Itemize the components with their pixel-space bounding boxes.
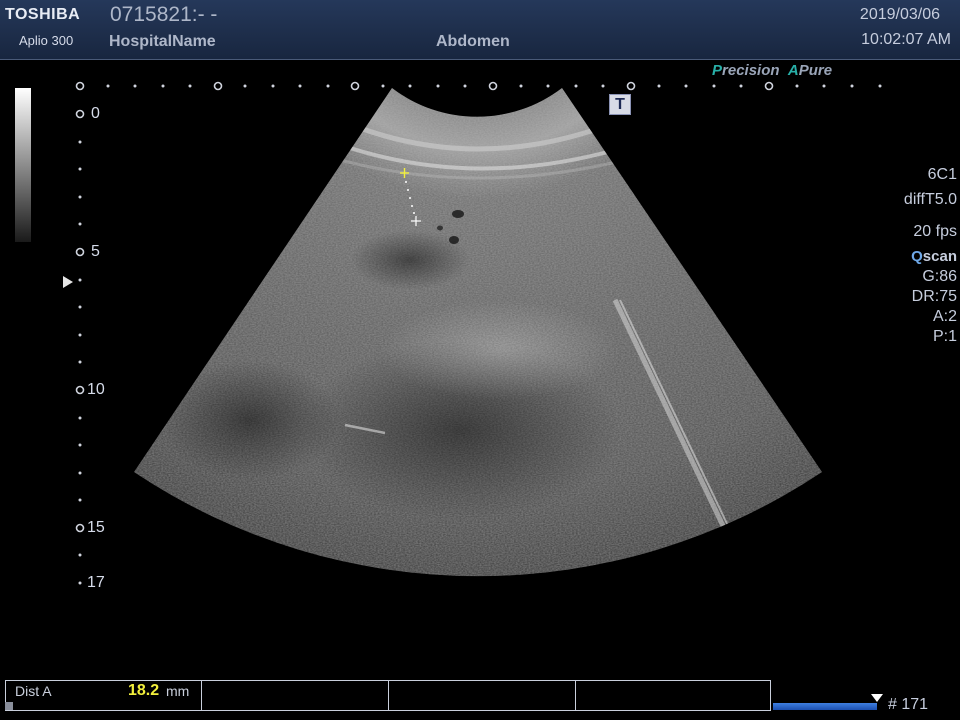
probe-name: 6C1 (927, 166, 957, 183)
measurement-label: Dist A (15, 683, 52, 699)
scan-sector (134, 88, 822, 577)
measurement-cell-dist-a[interactable]: Dist A 18.2 mm (6, 681, 202, 710)
frame-number: # 171 (888, 696, 929, 713)
text-marker[interactable]: T (609, 94, 631, 115)
measurement-value: 18.2 (128, 682, 160, 699)
preset-name: diffT5.0 (903, 191, 957, 208)
focus-pointer-icon[interactable] (63, 276, 73, 288)
a-value: A:2 (932, 308, 957, 325)
cine-position-icon[interactable] (871, 694, 883, 702)
measurement-cell-empty (389, 681, 576, 710)
qscan-label: scan (922, 248, 957, 265)
frame-rate: 20 fps (913, 223, 957, 240)
qscan-q: Q (911, 248, 923, 265)
measurement-unit: mm (166, 683, 190, 699)
p-value: P:1 (932, 328, 957, 345)
depth-label-15: 15 (87, 519, 105, 536)
depth-label-5: 5 (91, 243, 100, 260)
depth-label-17: 17 (87, 574, 105, 591)
measurement-cell-empty (576, 681, 770, 710)
qscan-indicator: Qscan (911, 248, 957, 265)
gain-value: G:86 (922, 268, 957, 285)
depth-label-0: 0 (91, 105, 100, 122)
dynamic-range-value: DR:75 (911, 288, 957, 305)
corner-marker (5, 702, 13, 710)
depth-label-10: 10 (87, 381, 105, 398)
ultrasound-image (75, 81, 882, 585)
cine-progress-bar[interactable] (773, 703, 877, 710)
measurement-cell-empty (202, 681, 389, 710)
measurement-table: Dist A 18.2 mm (5, 680, 771, 711)
